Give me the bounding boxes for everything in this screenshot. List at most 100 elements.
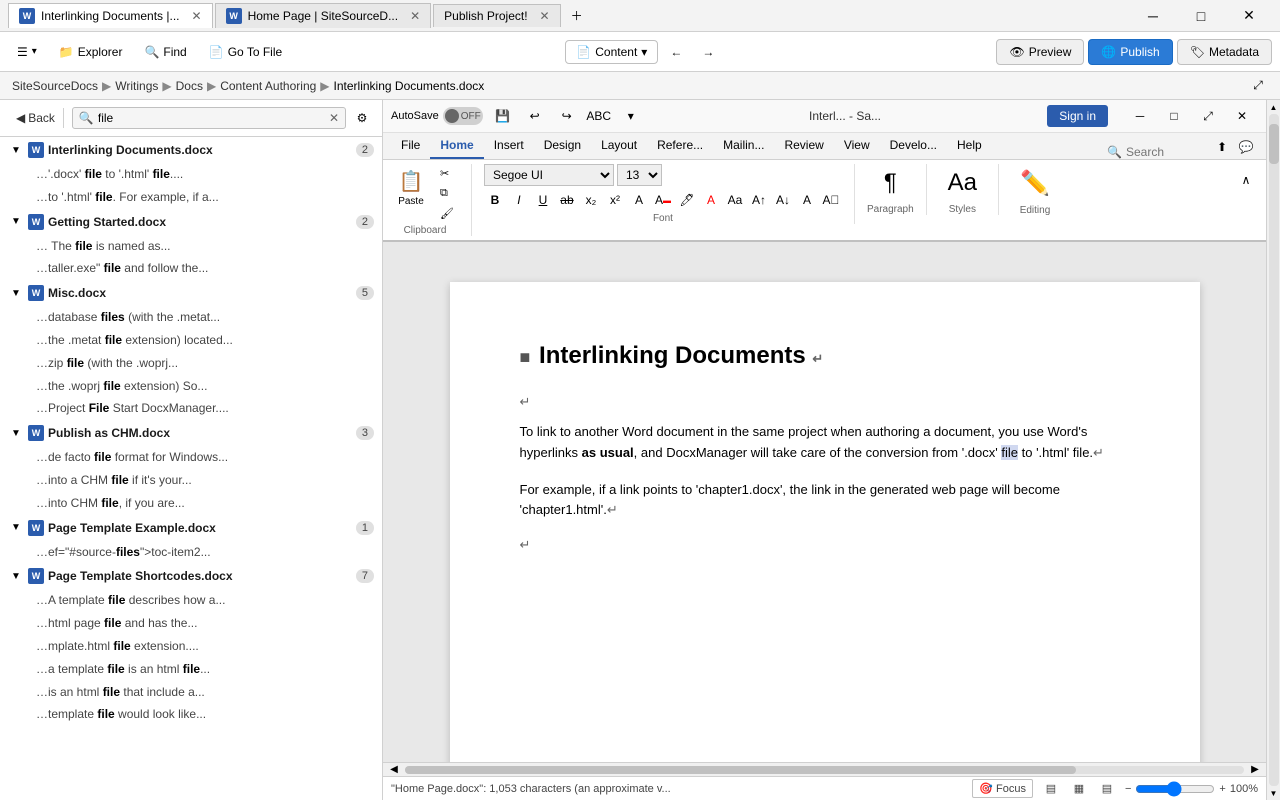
autosave-toggle[interactable]: OFF bbox=[443, 107, 483, 125]
list-item[interactable]: …template file would look like... bbox=[28, 703, 382, 726]
italic-button[interactable]: I bbox=[508, 189, 530, 211]
paste-button[interactable]: 📋 Paste bbox=[391, 164, 431, 212]
list-item[interactable]: …zip file (with the .woprj... bbox=[28, 352, 382, 375]
horizontal-scrollbar[interactable] bbox=[405, 766, 1244, 774]
hamburger-menu[interactable]: ☰ ▾ bbox=[8, 40, 46, 64]
list-item[interactable]: …taller.exe" file and follow the... bbox=[28, 257, 382, 280]
zoom-out-button[interactable]: − bbox=[1125, 783, 1131, 795]
share-button[interactable]: ⬆ bbox=[1210, 135, 1234, 159]
scroll-up-button[interactable]: ▲ bbox=[1269, 102, 1279, 112]
underline-button[interactable]: U bbox=[532, 189, 554, 211]
char-border-button[interactable]: A⃞ bbox=[820, 189, 842, 211]
tab-layout[interactable]: Layout bbox=[591, 133, 647, 159]
highlight-button[interactable]: 🖊 bbox=[676, 189, 698, 211]
copy-button[interactable]: ⧉ bbox=[435, 184, 459, 203]
editing-button[interactable]: ✏️ bbox=[1011, 164, 1059, 203]
bold-button[interactable]: B bbox=[484, 189, 506, 211]
list-item[interactable]: …Project File Start DocxManager.... bbox=[28, 397, 382, 420]
go-to-file-button[interactable]: 📄 Go To File bbox=[200, 40, 291, 64]
zoom-slider[interactable] bbox=[1135, 781, 1215, 797]
tab-2[interactable]: W Home Page | SiteSourceD... ✕ bbox=[215, 3, 432, 28]
content-dropdown[interactable]: 📄 Content ▾ bbox=[565, 40, 658, 64]
check-spelling-button[interactable]: ABC bbox=[587, 104, 611, 128]
list-item[interactable]: … The file is named as... bbox=[28, 235, 382, 258]
view-web-layout-button[interactable]: ▦ bbox=[1069, 779, 1089, 799]
scroll-right-button[interactable]: ▶ bbox=[1248, 765, 1262, 775]
font-color-2-button[interactable]: A bbox=[700, 189, 722, 211]
subscript-button[interactable]: x₂ bbox=[580, 189, 602, 211]
list-item[interactable]: …'.docx' file to '.html' file.... bbox=[28, 163, 382, 186]
list-item[interactable]: …into CHM file, if you are... bbox=[28, 492, 382, 515]
list-item[interactable]: …is an html file that include a... bbox=[28, 681, 382, 704]
breadcrumb-item-0[interactable]: SiteSourceDocs bbox=[12, 79, 98, 93]
list-item[interactable]: …into a CHM file if it's your... bbox=[28, 469, 382, 492]
tree-item-getting-started-header[interactable]: ▼ W Getting Started.docx 2 bbox=[0, 209, 382, 235]
list-item[interactable]: …the .metat file extension) located... bbox=[28, 329, 382, 352]
ribbon-dropdown[interactable]: ▾ bbox=[619, 104, 643, 128]
tree-item-page-template-example-header[interactable]: ▼ W Page Template Example.docx 1 bbox=[0, 515, 382, 541]
tree-toggle-interlinking[interactable]: ▼ bbox=[8, 142, 24, 158]
new-tab-button[interactable]: ＋ bbox=[563, 2, 591, 30]
font-color-button[interactable]: A▬ bbox=[652, 189, 674, 211]
styles-button[interactable]: Aa bbox=[939, 164, 986, 202]
tab-view[interactable]: View bbox=[834, 133, 880, 159]
find-button[interactable]: 🔍 Find bbox=[135, 40, 195, 64]
list-item[interactable]: …de facto file format for Windows... bbox=[28, 446, 382, 469]
ribbon-close[interactable]: ✕ bbox=[1226, 105, 1258, 127]
tab-design[interactable]: Design bbox=[534, 133, 591, 159]
list-item[interactable]: …to '.html' file. For example, if a... bbox=[28, 186, 382, 209]
ribbon-search-input[interactable] bbox=[1126, 145, 1206, 159]
view-read-mode-button[interactable]: ▤ bbox=[1097, 779, 1117, 799]
tab-mailings[interactable]: Mailin... bbox=[713, 133, 774, 159]
tab-developer[interactable]: Develo... bbox=[880, 133, 947, 159]
list-item[interactable]: …ef="#source-files">toc-item2... bbox=[28, 541, 382, 564]
tab-references[interactable]: Refere... bbox=[647, 133, 713, 159]
list-item[interactable]: …mplate.html file extension.... bbox=[28, 635, 382, 658]
close-button[interactable]: ✕ bbox=[1226, 2, 1272, 30]
tree-item-interlinking-header[interactable]: ▼ W Interlinking Documents.docx 2 bbox=[0, 137, 382, 163]
tab-3[interactable]: Publish Project! ✕ bbox=[433, 4, 560, 27]
save-button[interactable]: 💾 bbox=[491, 104, 515, 128]
tree-item-page-template-shortcodes-header[interactable]: ▼ W Page Template Shortcodes.docx 7 bbox=[0, 563, 382, 589]
preview-button[interactable]: 👁 Preview bbox=[996, 39, 1084, 65]
ribbon-restore[interactable]: □ bbox=[1158, 105, 1190, 127]
tree-toggle-page-template-example[interactable]: ▼ bbox=[8, 520, 24, 536]
comments-button[interactable]: 💬 bbox=[1234, 135, 1258, 159]
maximize-button[interactable]: □ bbox=[1178, 2, 1224, 30]
ribbon-maximize[interactable]: ⤢ bbox=[1192, 105, 1224, 127]
tab-insert[interactable]: Insert bbox=[484, 133, 534, 159]
scroll-down-button[interactable]: ▼ bbox=[1269, 788, 1279, 798]
breadcrumb-item-1[interactable]: Writings bbox=[115, 79, 158, 93]
breadcrumb-expand-button[interactable]: ⤢ bbox=[1248, 76, 1268, 96]
forward-nav-button[interactable]: → bbox=[694, 38, 722, 66]
tree-item-misc-header[interactable]: ▼ W Misc.docx 5 bbox=[0, 280, 382, 306]
explorer-button[interactable]: 📁 Explorer bbox=[50, 40, 132, 64]
tab-file[interactable]: File bbox=[391, 133, 430, 159]
tab-3-close[interactable]: ✕ bbox=[540, 9, 550, 23]
view-print-layout-button[interactable]: ▤ bbox=[1041, 779, 1061, 799]
back-button[interactable]: ◀ Back bbox=[8, 108, 64, 128]
tree-toggle-page-template-shortcodes[interactable]: ▼ bbox=[8, 568, 24, 584]
vertical-scrollbar[interactable]: ▲ ▼ bbox=[1266, 100, 1280, 800]
grow-font-button[interactable]: A↑ bbox=[748, 189, 770, 211]
tab-1[interactable]: W Interlinking Documents |... ✕ bbox=[8, 3, 213, 28]
format-painter-button[interactable]: 🖌 bbox=[435, 204, 459, 223]
ribbon-minimize[interactable]: ─ bbox=[1124, 105, 1156, 127]
focus-button[interactable]: 🎯 Focus bbox=[972, 779, 1033, 798]
search-input[interactable] bbox=[98, 111, 325, 125]
list-item[interactable]: …database files (with the .metat... bbox=[28, 306, 382, 329]
minimize-button[interactable]: ─ bbox=[1130, 2, 1176, 30]
superscript-button[interactable]: x² bbox=[604, 189, 626, 211]
undo-button[interactable]: ↩ bbox=[523, 104, 547, 128]
tree-item-publish-chm-header[interactable]: ▼ W Publish as CHM.docx 3 bbox=[0, 420, 382, 446]
search-clear-button[interactable]: ✕ bbox=[329, 111, 339, 125]
filter-button[interactable]: ⚙ bbox=[350, 106, 374, 130]
tree-toggle-publish-chm[interactable]: ▼ bbox=[8, 425, 24, 441]
list-item[interactable]: …html page file and has the... bbox=[28, 612, 382, 635]
font-family-select[interactable]: Segoe UI bbox=[484, 164, 614, 186]
metadata-button[interactable]: 🏷 Metadata bbox=[1177, 39, 1272, 65]
strikethrough-button[interactable]: ab bbox=[556, 189, 578, 211]
tree-toggle-getting-started[interactable]: ▼ bbox=[8, 214, 24, 230]
paragraph-button[interactable]: ¶ bbox=[875, 164, 906, 202]
clear-format-button[interactable]: A bbox=[628, 189, 650, 211]
